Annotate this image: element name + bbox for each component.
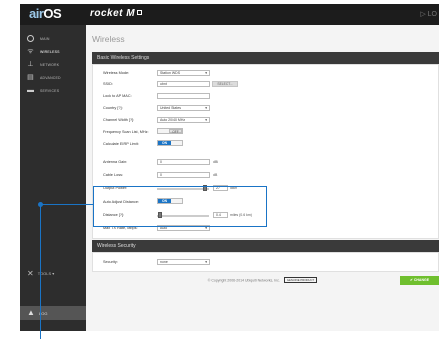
callout-line-vertical [40,204,41,339]
main-icon [27,35,34,42]
ssid-select-button[interactable]: SELECT... [212,81,238,87]
eirp-label: Calculate EIRP Limit: [103,142,139,146]
tools-icon: ✕ [27,269,34,278]
chevron-down-icon: ▾ [205,71,207,75]
sidebar-item-advanced[interactable]: ▤ Advanced [20,73,86,84]
sidebar-item-wireless[interactable]: ᯤ Wireless [20,47,86,58]
page-title: Wireless [92,34,125,44]
country-select[interactable]: United States ▾ [157,105,210,111]
security-label: Security: [103,260,118,264]
advanced-icon: ▤ [27,74,34,81]
main-content: Wireless Basic Wireless Settings Wireles… [86,25,439,331]
chevron-down-icon: ▾ [205,106,207,110]
footer: © Copyright 2006-2014 Ubiquiti Networks,… [86,277,439,283]
ssid-input[interactable]: ubnt [157,81,210,87]
warning-icon: ▲ [27,308,35,317]
logout-link[interactable]: ▷ LO [420,10,437,18]
wireless-security-panel: Security: none ▾ [92,252,439,272]
antenna-gain-input[interactable]: 0 [157,159,210,165]
chevron-down-icon: ▾ [205,118,207,122]
antenna-gain-label: Antenna Gain: [103,160,128,164]
callout-line [40,204,93,205]
callout-highlight-box [93,186,267,227]
wireless-mode-select[interactable]: Station WDS ▾ [157,70,210,76]
sidebar-item-main[interactable]: Main [20,34,86,45]
services-icon: ▬ [27,87,35,94]
security-select[interactable]: none ▾ [157,259,210,265]
cable-loss-unit: dB [213,173,218,177]
eirp-toggle[interactable]: ON [157,140,183,146]
network-icon: ⊥ [27,61,34,68]
frequency-scan-toggle[interactable]: OFF [157,128,183,134]
cable-loss-label: Cable Loss: [103,173,124,177]
cable-loss-input[interactable]: 0 [157,172,210,178]
top-bar: airOS rocket M ▷ LO [20,4,439,25]
antenna-gain-unit: dBi [213,160,219,164]
sidebar: Main ᯤ Wireless ⊥ Network ▤ Advanced ▬ S… [20,25,86,331]
country-label: Country [?]: [103,106,123,110]
basic-settings-header: Basic Wireless Settings [92,52,439,64]
mode-label: Wireless Mode: [103,71,130,75]
callout-dot [38,202,43,207]
sidebar-item-services[interactable]: ▬ Services [20,86,86,97]
lock-ap-mac-input[interactable] [157,93,210,99]
airos-logo: airOS [29,6,62,21]
ssid-label: SSID: [103,82,113,86]
lock-ap-label: Lock to AP MAC: [103,94,132,98]
chevron-down-icon: ▾ [205,260,207,264]
wireless-security-header: Wireless Security [92,240,439,252]
channel-width-select[interactable]: Auto 20/40 MHz ▾ [157,117,210,123]
logout-button[interactable]: ▲ LOG [20,306,86,320]
frequency-scan-label: Frequency Scan List, MHz: [103,130,149,134]
copyright-text: © Copyright 2006-2014 Ubiquiti Networks,… [207,278,280,283]
genuine-product-badge: GENUINE PRODUCT [283,277,318,283]
product-logo: rocket M [90,8,143,19]
channel-width-label: Channel Width [?]: [103,118,135,122]
sidebar-item-network[interactable]: ⊥ Network [20,60,86,71]
wireless-icon: ᯤ [27,48,34,55]
